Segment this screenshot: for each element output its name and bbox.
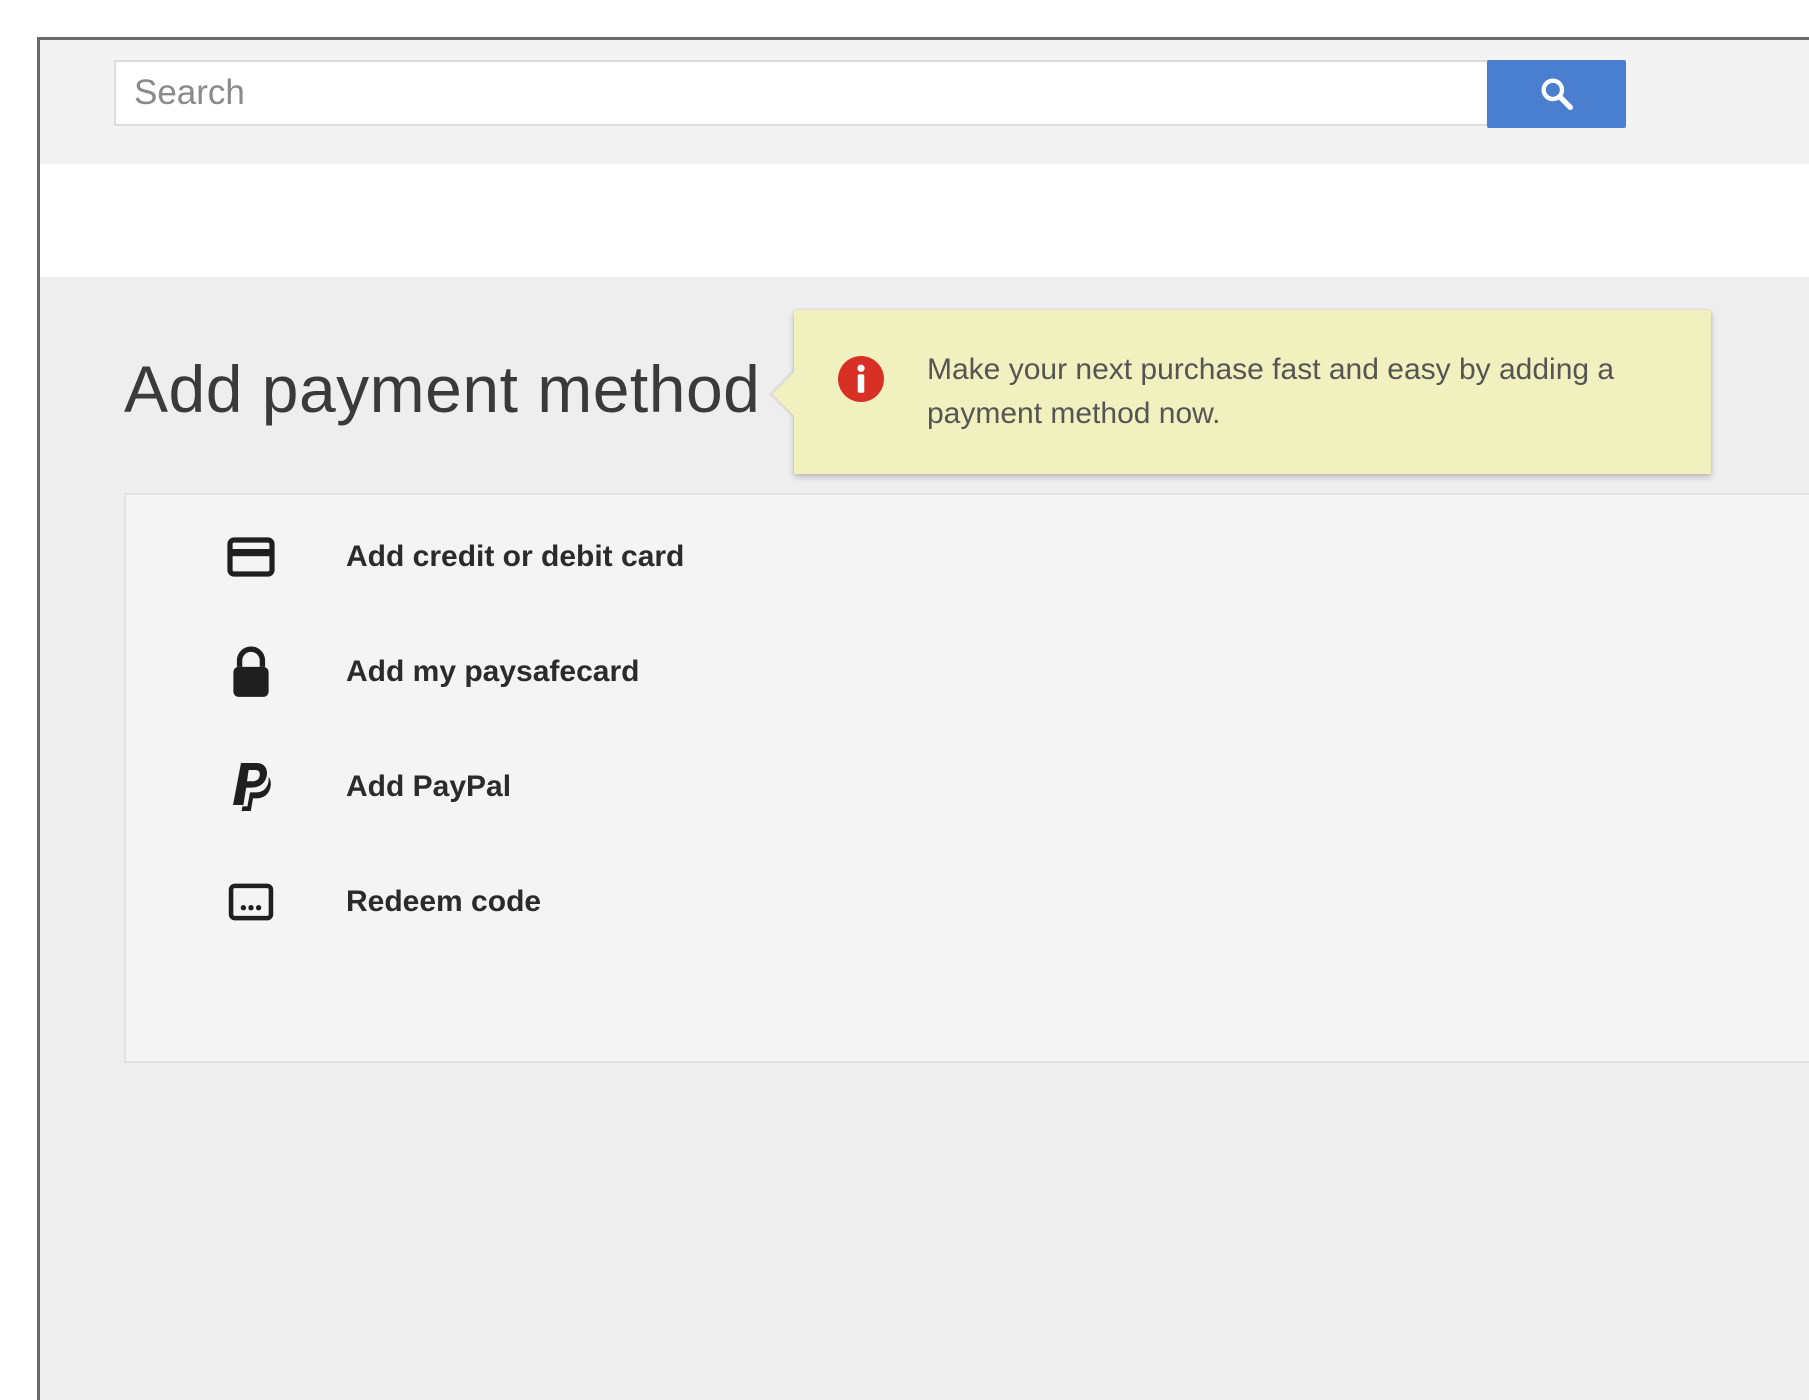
search-bar bbox=[40, 40, 1809, 164]
credit-card-icon bbox=[227, 529, 275, 585]
search-icon bbox=[1541, 78, 1573, 111]
add-paysafecard-option[interactable]: Add my paysafecard bbox=[126, 617, 1126, 727]
page-title: Add payment method bbox=[124, 352, 761, 426]
alert-icon bbox=[838, 356, 884, 402]
option-label: Redeem code bbox=[346, 885, 542, 918]
app-window: Add payment method Make your next purcha… bbox=[37, 37, 1809, 1400]
option-label: Add credit or debit card bbox=[346, 540, 685, 573]
redeem-code-option[interactable]: Redeem code bbox=[126, 847, 1126, 957]
header-band bbox=[40, 164, 1809, 277]
add-card-option[interactable]: Add credit or debit card bbox=[126, 502, 1126, 612]
option-label: Add my paysafecard bbox=[346, 655, 640, 688]
search-input[interactable] bbox=[114, 60, 1487, 126]
payment-tooltip: Make your next purchase fast and easy by… bbox=[772, 310, 1711, 474]
paypal-icon bbox=[227, 759, 275, 815]
redeem-code-icon bbox=[227, 874, 275, 930]
tooltip-message: Make your next purchase fast and easy by… bbox=[927, 353, 1615, 430]
add-paypal-option[interactable]: Add PayPal bbox=[126, 732, 1126, 842]
option-label: Add PayPal bbox=[346, 770, 512, 803]
lock-icon bbox=[227, 644, 275, 700]
search-button[interactable] bbox=[1487, 60, 1626, 128]
tooltip-arrow bbox=[772, 372, 794, 416]
payment-options-list: Add credit or debit card Add my paysafec… bbox=[124, 493, 1809, 1063]
